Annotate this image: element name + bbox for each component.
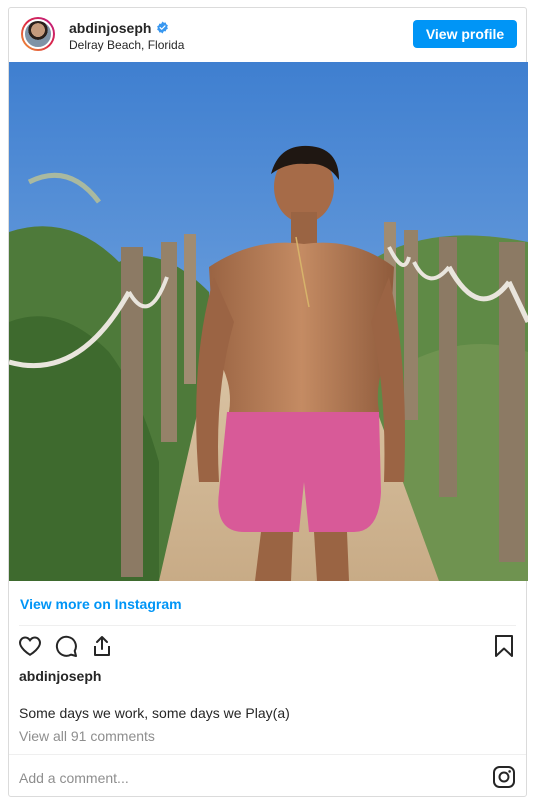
instagram-logo-icon[interactable] xyxy=(492,765,516,789)
post-caption: Some days we work, some days we Play(a) xyxy=(19,705,290,721)
share-icon[interactable] xyxy=(90,634,114,658)
bookmark-icon[interactable] xyxy=(492,634,516,658)
action-bar xyxy=(9,632,526,662)
avatar[interactable] xyxy=(21,17,55,51)
post-image xyxy=(9,62,528,581)
instagram-embed-card: abdinjoseph Delray Beach, Florida View p… xyxy=(8,7,528,797)
add-comment-field[interactable]: Add a comment... xyxy=(19,770,129,786)
view-more-link[interactable]: View more on Instagram xyxy=(20,596,182,612)
post-photo[interactable] xyxy=(9,62,528,581)
post-header: abdinjoseph Delray Beach, Florida View p… xyxy=(9,8,526,62)
view-profile-button[interactable]: View profile xyxy=(413,20,517,48)
divider xyxy=(9,754,526,755)
comment-bubble-icon[interactable] xyxy=(54,634,78,658)
divider xyxy=(19,625,516,626)
location[interactable]: Delray Beach, Florida xyxy=(69,38,184,52)
post-author-name[interactable]: abdinjoseph xyxy=(19,668,101,684)
heart-icon[interactable] xyxy=(18,634,42,658)
verified-badge-icon xyxy=(157,21,168,34)
avatar-image xyxy=(23,19,53,49)
view-comments-link[interactable]: View all 91 comments xyxy=(19,728,155,744)
username[interactable]: abdinjoseph xyxy=(69,20,151,36)
